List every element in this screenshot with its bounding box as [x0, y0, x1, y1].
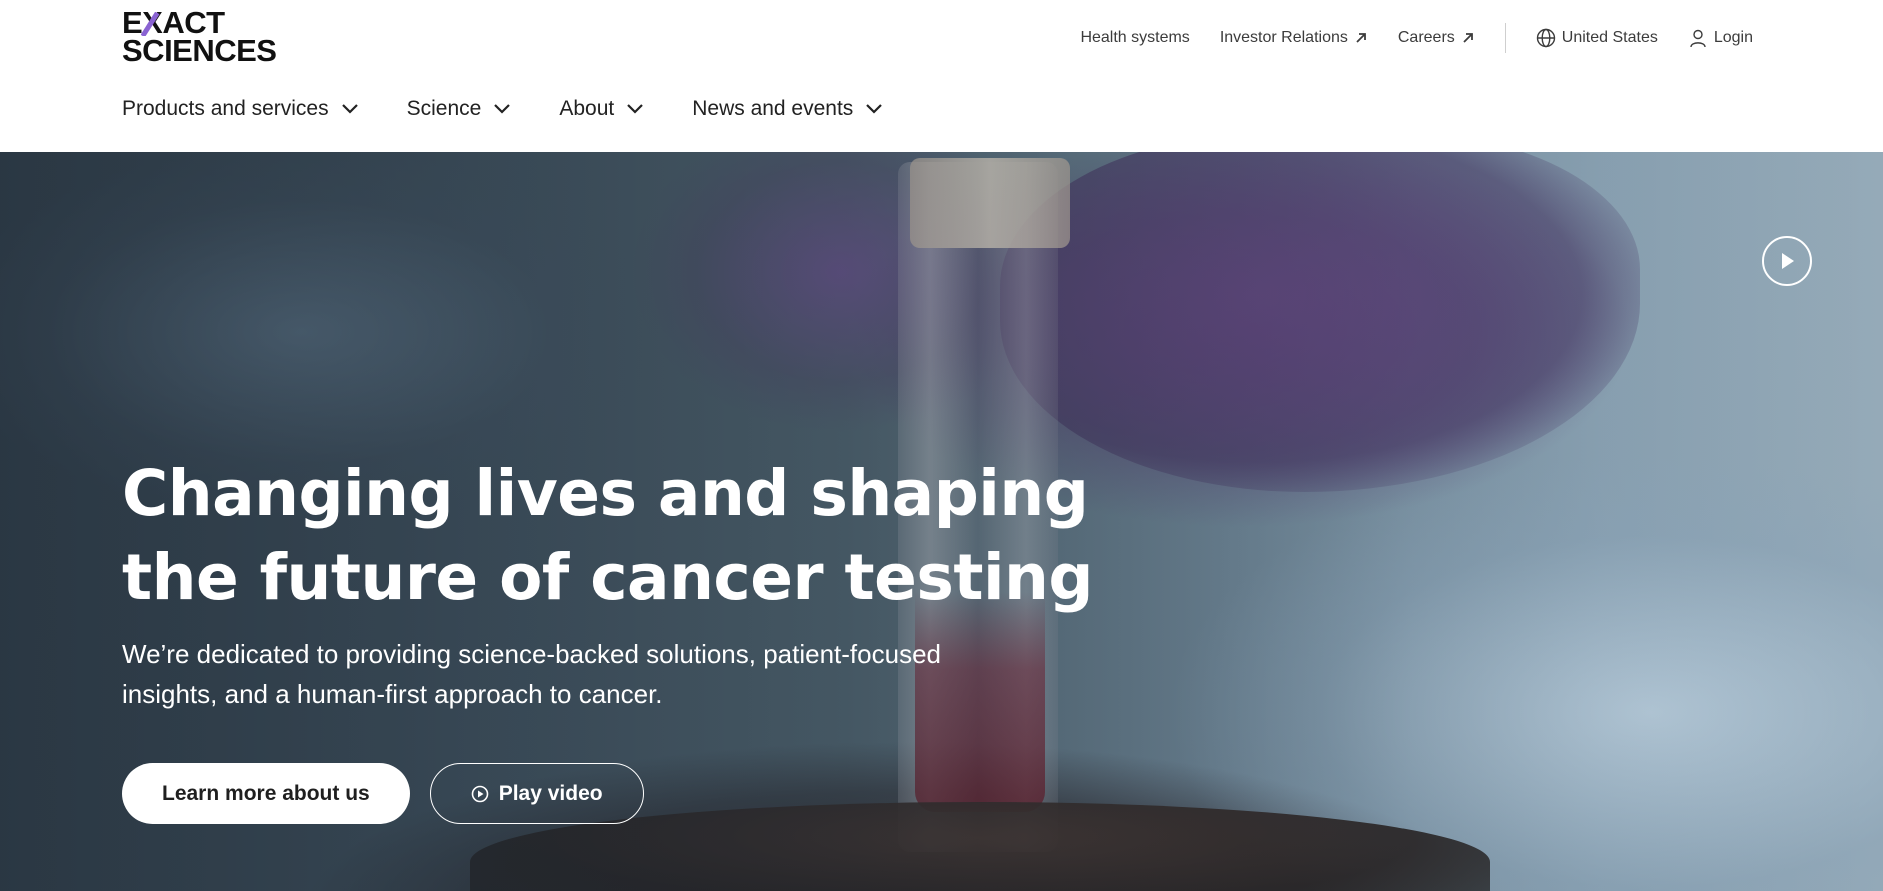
exact-sciences-logo[interactable]: EXACT SCIENCES: [122, 7, 282, 68]
play-video-button[interactable]: Play video: [429, 763, 644, 824]
chevron-down-icon: [494, 104, 511, 114]
nav-item-label: Science: [406, 97, 482, 120]
play-video-label: Play video: [498, 781, 603, 805]
utility-link-health-systems[interactable]: Health systems: [1080, 29, 1189, 47]
region-label: United States: [1561, 29, 1658, 46]
hero-subtitle: We’re dedicated to providing science-bac…: [122, 634, 1082, 714]
background-video-play-button[interactable]: [1762, 236, 1812, 286]
utility-nav: Health systems Investor Relations Career…: [1080, 22, 1753, 54]
nav-item-label: News and events: [692, 97, 854, 120]
hero-subtitle-line-2: insights, and a human-first approach to …: [122, 679, 663, 709]
hero-cta-row: Learn more about us Play video: [122, 763, 644, 824]
nav-item-products-and-services[interactable]: Products and services: [122, 97, 359, 121]
region-selector[interactable]: United States: [1536, 28, 1658, 48]
utility-link-investor-relations[interactable]: Investor Relations: [1220, 29, 1368, 47]
main-nav: Products and services Science About News…: [122, 94, 931, 124]
chevron-down-icon: [341, 104, 358, 114]
learn-more-button[interactable]: Learn more about us: [122, 763, 410, 824]
hero-content: Changing lives and shaping the future of…: [122, 452, 1102, 714]
globe-icon: [1536, 28, 1555, 48]
chevron-down-icon: [866, 104, 883, 114]
nav-item-label: About: [559, 97, 615, 120]
hero-subtitle-line-1: We’re dedicated to providing science-bac…: [122, 639, 941, 669]
utility-link-label: Careers: [1397, 29, 1455, 46]
user-icon: [1690, 29, 1706, 48]
utility-link-careers[interactable]: Careers: [1398, 29, 1475, 47]
utility-link-label: Health systems: [1080, 29, 1190, 46]
site-header: EXACT SCIENCES Health systems Investor R…: [0, 0, 1883, 152]
play-circle-icon: [471, 785, 489, 802]
hero-title-line-2: the future of cancer testing: [122, 541, 1094, 614]
nav-item-about[interactable]: About: [559, 97, 644, 121]
nav-item-news-and-events[interactable]: News and events: [692, 97, 883, 121]
utility-link-label: Investor Relations: [1219, 29, 1348, 46]
nav-item-label: Products and services: [122, 97, 329, 120]
hero-title-line-1: Changing lives and shaping: [122, 457, 1089, 530]
logo-line-sciences: SCIENCES: [122, 33, 277, 68]
logo-x-accent-icon: [141, 12, 160, 36]
external-arrow-icon: [1356, 33, 1366, 43]
hero-title: Changing lives and shaping the future of…: [122, 452, 1102, 620]
utility-divider: [1504, 23, 1506, 53]
chevron-down-icon: [627, 104, 643, 114]
nav-item-science[interactable]: Science: [407, 97, 512, 121]
play-icon: [1782, 253, 1794, 269]
external-arrow-icon: [1463, 33, 1473, 43]
login-link[interactable]: Login: [1688, 28, 1753, 48]
login-label: Login: [1713, 29, 1753, 46]
